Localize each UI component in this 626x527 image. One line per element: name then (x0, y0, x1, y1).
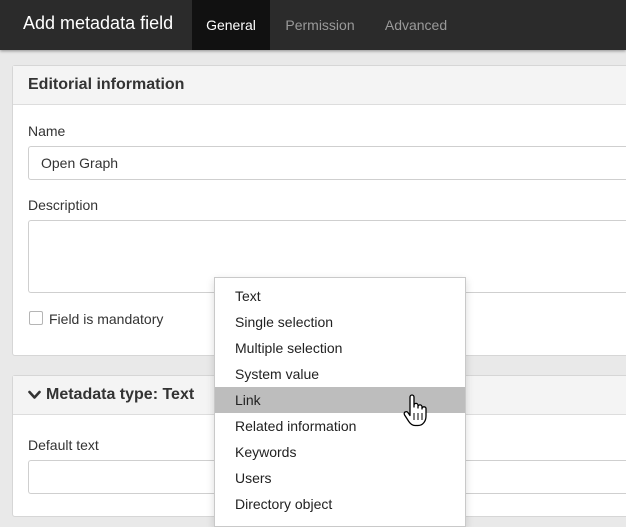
option-single-selection[interactable]: Single selection (215, 309, 465, 335)
mandatory-label: Field is mandatory (49, 311, 164, 327)
option-system-value[interactable]: System value (215, 361, 465, 387)
metadata-type-dropdown[interactable]: Text Single selection Multiple selection… (214, 277, 466, 527)
mandatory-checkbox[interactable] (29, 311, 43, 325)
name-label: Name (28, 123, 66, 139)
tab-advanced[interactable]: Advanced (370, 0, 462, 50)
top-bar: Add metadata field General Permission Ad… (0, 0, 626, 50)
tab-general[interactable]: General (192, 0, 270, 50)
metadata-type-title: Metadata type: Text (46, 386, 195, 403)
chevron-down-icon (28, 390, 41, 399)
editorial-panel-header: Editorial information (13, 66, 626, 105)
option-directory-object[interactable]: Directory object (215, 491, 465, 517)
tab-permission[interactable]: Permission (270, 0, 370, 50)
description-label: Description (28, 197, 99, 213)
option-text[interactable]: Text (215, 283, 465, 309)
dialog-title: Add metadata field (23, 13, 174, 33)
option-users[interactable]: Users (215, 465, 465, 491)
option-keywords[interactable]: Keywords (215, 439, 465, 465)
option-multiple-selection[interactable]: Multiple selection (215, 335, 465, 361)
hand-cursor-icon (403, 394, 427, 427)
name-input[interactable]: Open Graph (28, 146, 626, 180)
editorial-panel-title: Editorial information (28, 76, 185, 93)
default-text-label: Default text (28, 437, 99, 453)
